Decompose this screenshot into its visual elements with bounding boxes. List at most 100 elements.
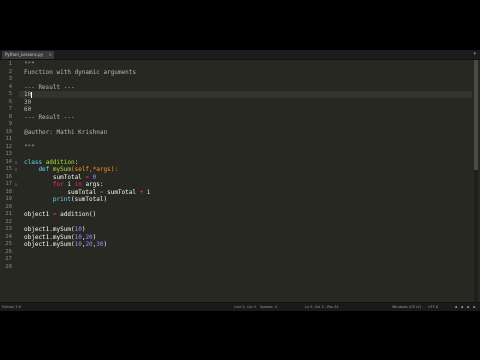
code-token: sumTotal (24, 173, 86, 181)
line-number: 13 (5, 151, 12, 157)
code-token: object1.mySum( (24, 241, 75, 248)
code-token: """ (24, 61, 35, 68)
code-line[interactable]: for i in args: (19, 181, 472, 188)
code-text: Function with dynamic arguments (24, 69, 136, 76)
chevron-down-icon[interactable]: ▾ (473, 50, 476, 59)
code-token: object1.mySum( (24, 226, 75, 233)
code-line[interactable] (19, 256, 472, 263)
line-number: 10 (5, 128, 12, 135)
code-line[interactable] (19, 136, 472, 143)
code-text: sumTotal = sumTotal + i (24, 189, 150, 196)
status-icon-2[interactable]: ▪ (461, 303, 463, 311)
line-number: 21 (5, 211, 12, 217)
code-token: object1 (24, 211, 53, 218)
line-number: 3 (8, 76, 12, 82)
line-number: 2 (8, 68, 12, 75)
code-line[interactable]: object1.mySum(10) (19, 226, 472, 233)
code-token: addition (45, 158, 75, 166)
status-position: Ln 5, Col 3 - Pos 34 (305, 305, 339, 309)
code-token: 10 (74, 241, 82, 248)
line-number: 25 (5, 241, 12, 247)
code-token: mySum (52, 166, 71, 173)
line-number: 7 (8, 106, 12, 112)
code-token: 20 (85, 241, 93, 248)
scrollbar-thumb[interactable] (474, 60, 478, 170)
code-line[interactable] (19, 121, 472, 128)
code-text: print(sumTotal) (24, 196, 107, 203)
code-line[interactable]: object1 = addition() (19, 211, 472, 218)
code-token: """ (24, 143, 35, 151)
tab-label: Python_Lessons.py (5, 52, 43, 57)
code-token: (self,*args): (70, 166, 118, 173)
code-token: 30 (96, 241, 104, 248)
code-text: for i in args: (24, 181, 104, 188)
line-number: 27 (5, 256, 12, 262)
code-line[interactable]: --- Result --- (19, 84, 472, 91)
code-text: --- Result --- (24, 84, 75, 91)
code-line[interactable]: @author: Mathi Krishnan (19, 129, 472, 136)
line-number-gutter: 1 2 3 4 5 6 7 8 9 10 11 12 13 14 ⊟ 15 ⊟ 16 17 ⊟ 18 19 20 21 22 23… (0, 60, 19, 303)
code-line[interactable] (19, 204, 472, 211)
line-number: 11 (5, 136, 12, 142)
code-editor[interactable]: """ Function with dynamic arguments --- Re… (19, 60, 472, 303)
status-line-endings[interactable]: Windows (CR LF) (392, 303, 421, 311)
line-number: 8 (8, 113, 12, 120)
fold-toggle-icon[interactable]: ⊟ (14, 181, 18, 188)
code-line[interactable]: class addition: (19, 159, 472, 166)
code-text: --- Result --- (24, 114, 75, 121)
status-icon-4[interactable]: ▪ (473, 303, 475, 311)
code-line[interactable]: print(sumTotal) (19, 196, 472, 203)
code-text: sumTotal = 0 (24, 174, 96, 181)
code-token: addition() (56, 211, 97, 218)
text-cursor (31, 91, 33, 98)
status-spaces[interactable]: Spaces: 4 (260, 303, 277, 311)
code-token: for (24, 181, 68, 188)
status-icon-3[interactable]: ▪ (467, 303, 469, 311)
code-line[interactable]: object1.mySum(10,20,30) (19, 241, 472, 248)
code-text: 10 (24, 91, 33, 98)
code-line[interactable]: sumTotal = 0 (19, 174, 472, 181)
code-text: 60 (24, 106, 31, 113)
line-number: 9 (8, 121, 12, 127)
code-line[interactable]: 30 (19, 99, 472, 106)
code-token: @author: Mathi Krishnan (24, 128, 108, 136)
fold-toggle-icon[interactable]: ⊟ (14, 159, 18, 166)
close-icon[interactable]: × (49, 51, 52, 59)
code-line[interactable]: object1.mySum(10,20) (19, 234, 472, 241)
line-number: 26 (5, 248, 12, 255)
code-line[interactable]: """ (19, 61, 472, 68)
status-icon-1[interactable]: ▪ (455, 303, 457, 311)
code-text: object1 = addition() (24, 211, 96, 218)
code-line[interactable] (19, 249, 472, 256)
line-number: 14 (5, 158, 12, 165)
code-line[interactable]: 60 (19, 106, 472, 113)
editor-window: Python_Lessons.py × ▾ 1 2 3 4 5 6 7 8 9 10 11 12 13 1… (0, 50, 480, 311)
line-number: 5 (8, 91, 12, 97)
code-line[interactable] (19, 264, 472, 271)
fold-toggle-icon[interactable]: ⊟ (14, 166, 18, 173)
vertical-scrollbar[interactable] (474, 60, 478, 303)
code-token: i (143, 188, 151, 196)
tab-python-lessons[interactable]: Python_Lessons.py × (2, 51, 54, 59)
code-line[interactable]: """ (19, 144, 472, 151)
code-token: ) (103, 241, 108, 248)
code-line[interactable]: --- Result --- (19, 114, 472, 121)
line-number: 15 (5, 166, 12, 172)
code-line[interactable] (19, 76, 472, 83)
code-token: sumTotal (103, 188, 140, 196)
status-encoding[interactable]: UTF-8 (428, 303, 438, 311)
code-line[interactable] (19, 151, 472, 158)
status-language[interactable]: Python 3.6 (2, 303, 21, 311)
status-bar: Python 3.6 Line 5, Col 3 Spaces: 4 Ln 5,… (0, 302, 480, 311)
line-number: 6 (8, 98, 12, 105)
code-line[interactable] (19, 219, 472, 226)
code-token: def (24, 166, 53, 173)
code-line[interactable]: def mySum(self,*args): (19, 166, 472, 173)
code-line[interactable]: sumTotal = sumTotal + i (19, 189, 472, 196)
code-text: object1.mySum(10) (24, 226, 85, 233)
code-token: : (74, 158, 79, 166)
code-line[interactable]: Function with dynamic arguments (19, 69, 472, 76)
code-token: (sumTotal) (70, 196, 108, 203)
code-line[interactable]: 10 (19, 91, 472, 98)
code-token: 10 (74, 233, 82, 241)
